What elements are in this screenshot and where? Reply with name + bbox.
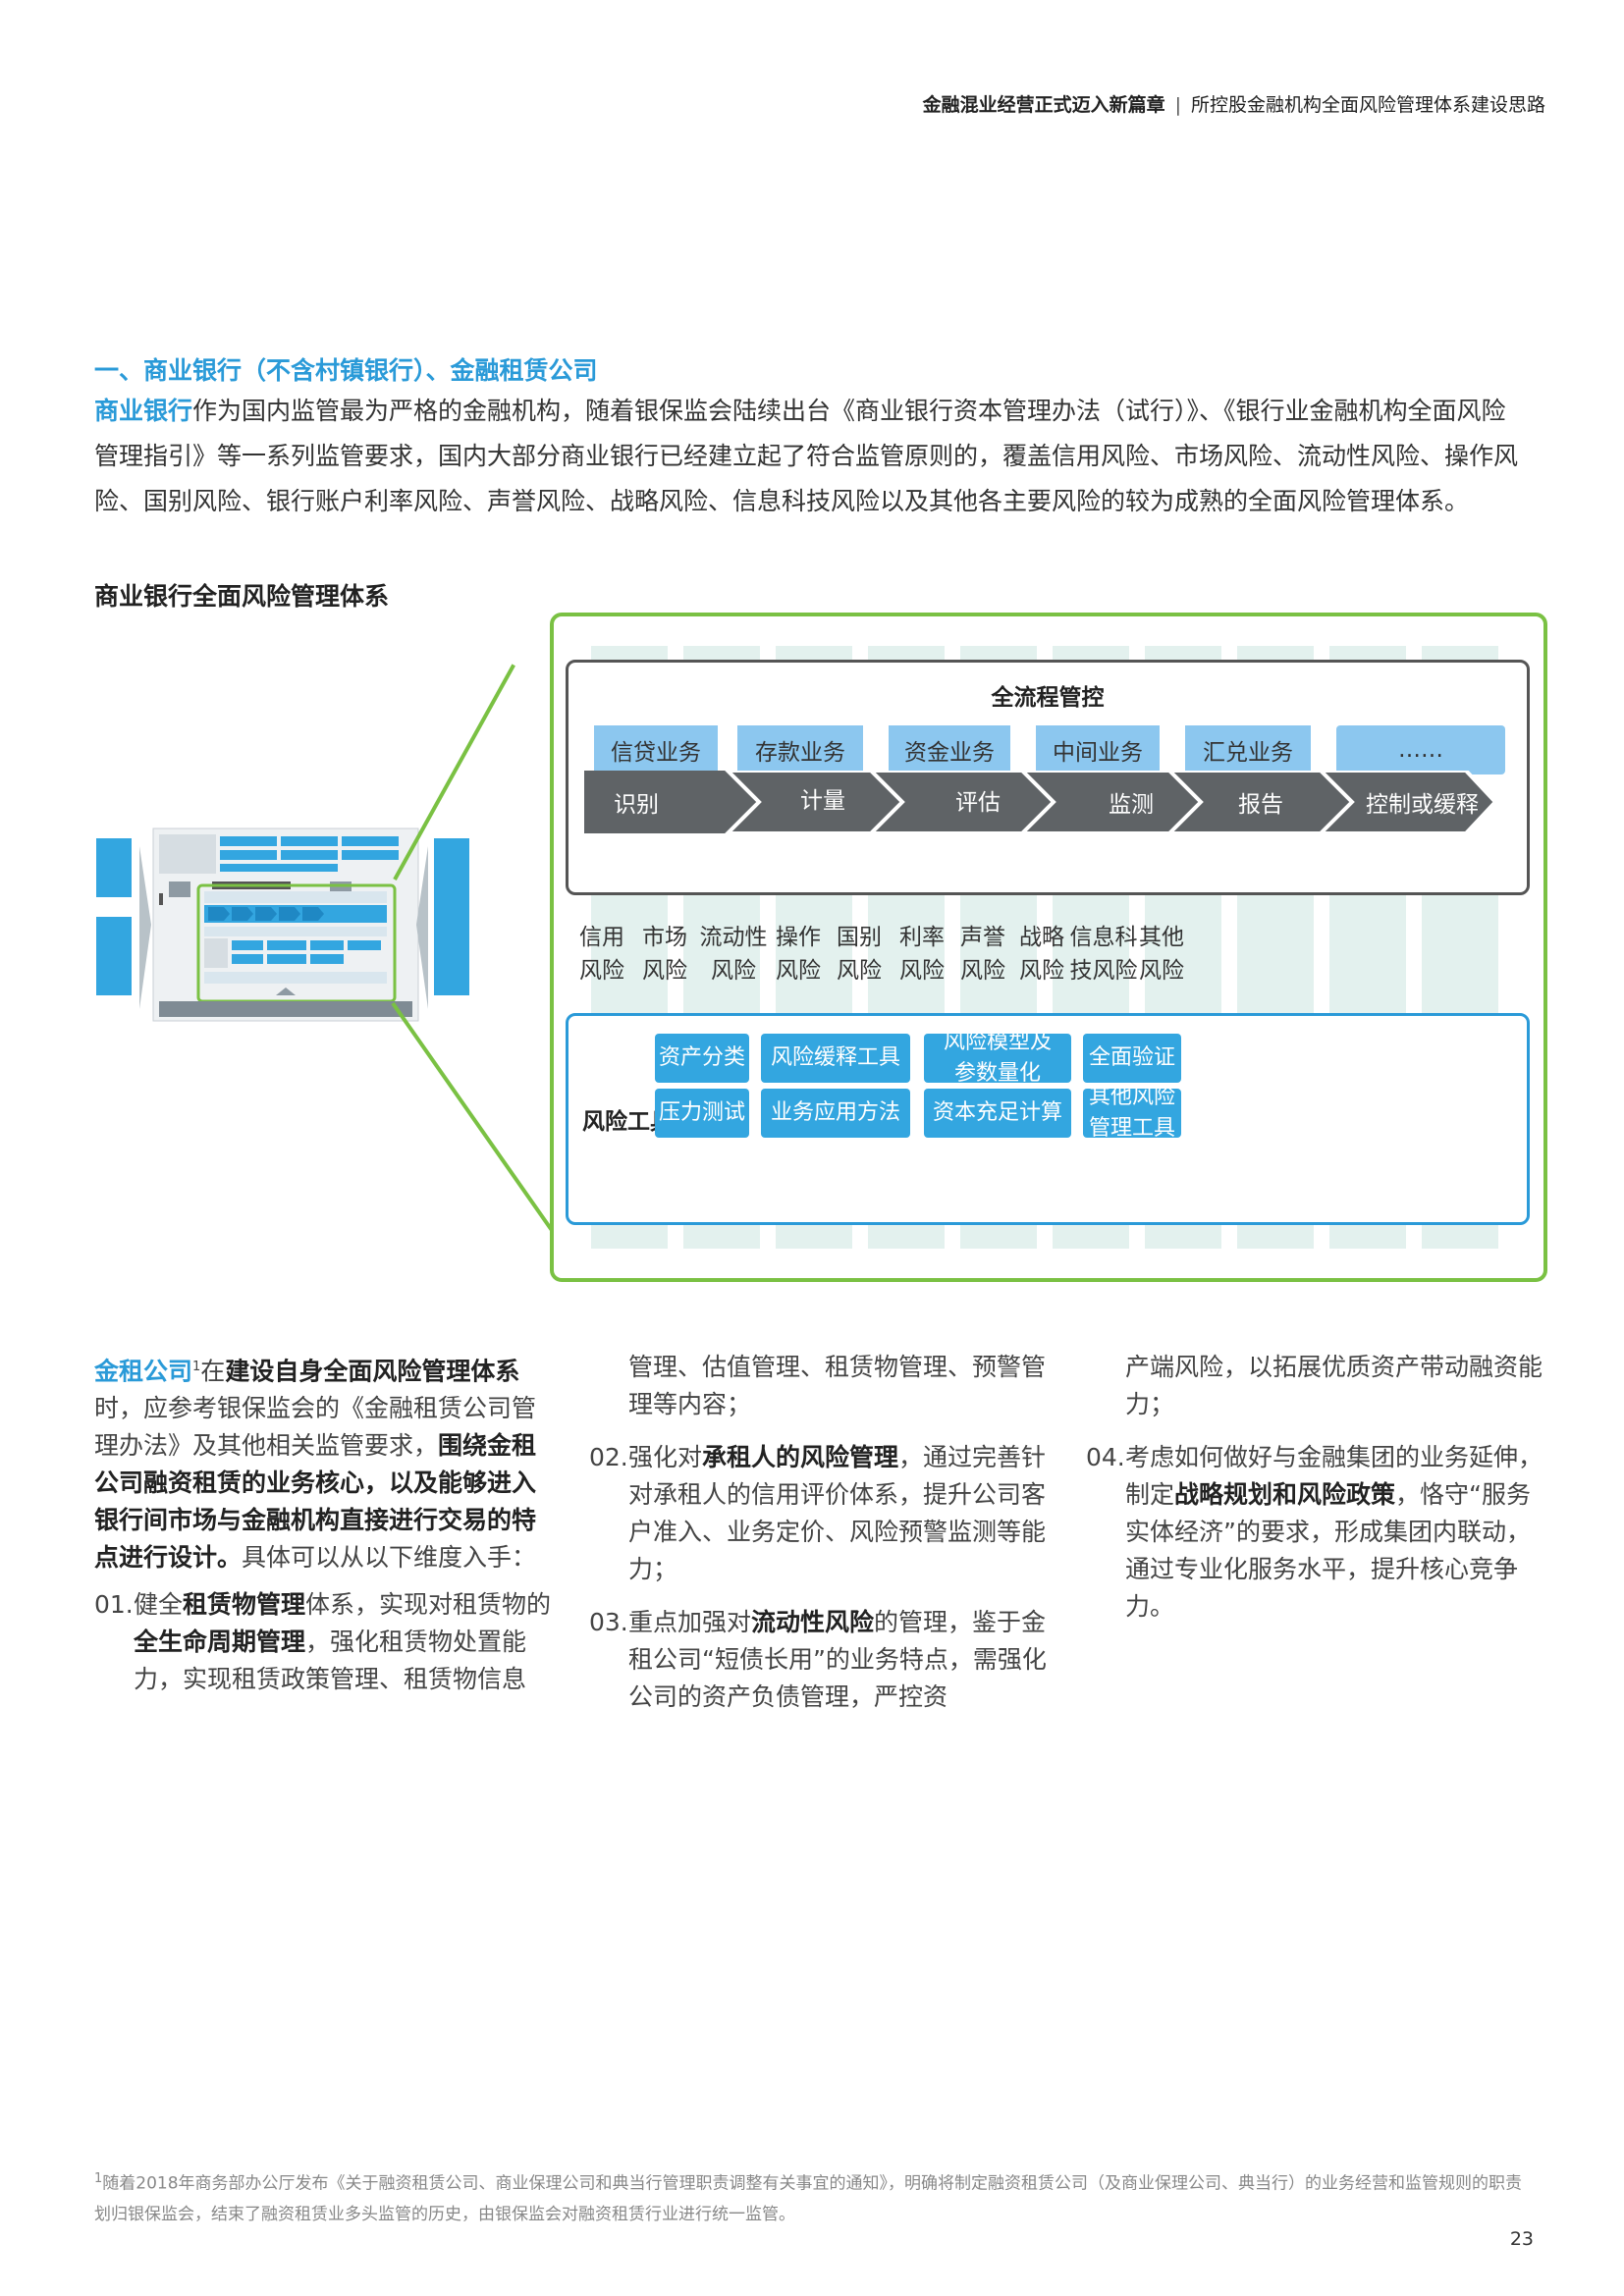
tool-validation: 全面验证 bbox=[1083, 1034, 1181, 1083]
risk-framework-panel: 全流程管控 信贷业务 存款业务 资金业务 中间业务 汇兑业务 …… 识别 计量 bbox=[550, 613, 1547, 1282]
intro-paragraph: 商业银行作为国内监管最为严格的金融机构，随着银保监会陆续出台《商业银行资本管理办… bbox=[94, 389, 1530, 524]
business-exchange: 汇兑业务 bbox=[1185, 725, 1311, 774]
business-more: …… bbox=[1336, 725, 1505, 774]
list-item-03-continued: 产端风险，以拓展优质资产带动融资能力； bbox=[1125, 1353, 1543, 1418]
full-process-control-box: 全流程管控 信贷业务 存款业务 资金业务 中间业务 汇兑业务 …… 识别 计量 bbox=[566, 660, 1530, 895]
stage-monitor: 监测 bbox=[1109, 792, 1154, 818]
lead-term: 金租公司 bbox=[94, 1357, 193, 1386]
list-item-02: 02. 强化对承租人的风险管理，通过完善针对承租人的信用评价体系，提升公司客户准入… bbox=[589, 1443, 1047, 1583]
process-title: 全流程管控 bbox=[991, 685, 1105, 711]
tool-mitigation: 风险缓释工具 bbox=[761, 1034, 910, 1083]
header-title: 金融混业经营正式迈入新篇章 bbox=[922, 94, 1165, 116]
figure-title: 商业银行全面风险管理体系 bbox=[94, 582, 390, 611]
header-subtitle: 所控股金融机构全面风险管理体系建设思路 bbox=[1190, 94, 1545, 116]
footnote-text: 随着2018年商务部办公厅发布《关于融资租赁公司、商业保理公司和典当行管理职责调… bbox=[94, 2173, 1523, 2224]
business-credit: 信贷业务 bbox=[594, 725, 718, 774]
zoom-line-bottom bbox=[391, 1001, 562, 1244]
list-item-04: 04. 考虑如何做好与金融集团的业务延伸，制定战略规划和风险政策，恪守“服务实体经… bbox=[1086, 1443, 1543, 1621]
list-item-03: 03. 重点加强对流动性风险的管理，鉴于金租公司“短债长用”的业务特点，需强化公司… bbox=[589, 1608, 1047, 1711]
stage-chevrons bbox=[584, 771, 1497, 835]
tool-capital-adequacy: 资本充足计算 bbox=[924, 1089, 1071, 1138]
stage-assess: 评估 bbox=[955, 790, 1001, 816]
risk-tools-box: 风险工具 资产分类 风险缓释工具 风险模型及 参数量化 全面验证 压力测试 业务应… bbox=[566, 1013, 1530, 1225]
text-column-2: 管理、估值管理、租赁物管理、预警管理等内容； 02. 强化对承租人的风险管理，通过… bbox=[589, 1349, 1051, 1716]
tool-stress-test: 压力测试 bbox=[655, 1089, 749, 1138]
stage-report: 报告 bbox=[1238, 792, 1283, 818]
process-stages: 识别 计量 评估 监测 报告 控制或缓释 bbox=[584, 771, 1497, 835]
page-number: 23 bbox=[1509, 2228, 1534, 2250]
text-column-3: 产端风险，以拓展优质资产带动融资能力； 04. 考虑如何做好与金融集团的业务延伸，… bbox=[1086, 1349, 1547, 1626]
thumb-left-box-1 bbox=[96, 838, 132, 897]
tool-model-parameters: 风险模型及 参数量化 bbox=[924, 1030, 1071, 1086]
running-header: 金融混业经营正式迈入新篇章 | 所控股金融机构全面风险管理体系建设思路 bbox=[923, 90, 1545, 117]
section-title: 一、商业银行（不含村镇银行）、金融租赁公司 bbox=[94, 356, 598, 385]
list-item-01-continued: 管理、估值管理、租赁物管理、预警管理等内容； bbox=[628, 1353, 1047, 1418]
intro-text: 作为国内监管最为严格的金融机构，随着银保监会陆续出台《商业银行资本管理办法（试行… bbox=[94, 397, 1519, 515]
tool-other: 其他风险 管理工具 bbox=[1083, 1085, 1181, 1141]
thumb-bottom-bar bbox=[159, 1001, 412, 1017]
stage-identify: 识别 bbox=[614, 792, 659, 818]
intro-highlight: 商业银行 bbox=[94, 397, 193, 425]
framework-thumbnail bbox=[94, 823, 473, 1029]
risk-other: 其他 风险 bbox=[1139, 925, 1184, 984]
business-treasury: 资金业务 bbox=[889, 725, 1010, 774]
business-intermediary: 中间业务 bbox=[1036, 725, 1160, 774]
thumb-left-box-2 bbox=[96, 917, 132, 995]
stage-measure: 计量 bbox=[800, 788, 845, 814]
stage-control: 控制或缓释 bbox=[1366, 792, 1479, 818]
tool-business-application: 业务应用方法 bbox=[761, 1089, 910, 1138]
list-item-01: 01. 健全租赁物管理体系，实现对租赁物的全生命周期管理，强化租赁物处置能力，实现… bbox=[94, 1590, 552, 1694]
thumb-right-box bbox=[434, 838, 469, 995]
footnote: 1随着2018年商务部办公厅发布《关于融资租赁公司、商业保理公司和典当行管理职责… bbox=[94, 2163, 1538, 2230]
header-separator: | bbox=[1174, 94, 1181, 116]
text-column-1: 金租公司1在建设自身全面风险管理体系时，应参考银保监会的《金融租赁公司管理办法》… bbox=[94, 1349, 556, 1698]
tool-asset-classification: 资产分类 bbox=[655, 1034, 749, 1083]
